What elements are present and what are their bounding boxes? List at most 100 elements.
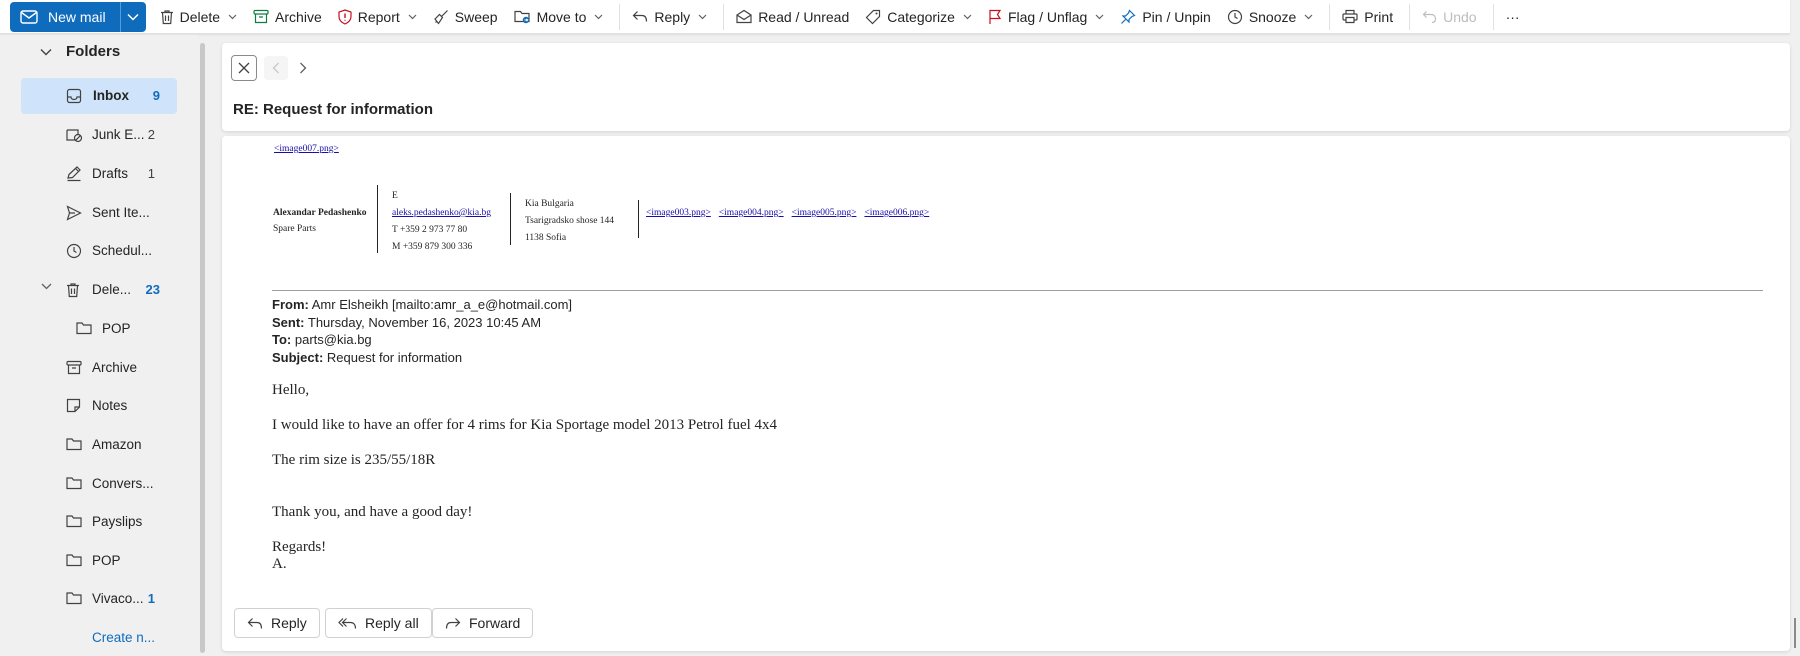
image-placeholder-link[interactable]: <image003.png> — [646, 208, 711, 218]
from-value: Amr Elsheikh [mailto:amr_a_e@hotmail.com… — [311, 297, 573, 312]
shield-icon — [338, 8, 352, 25]
folder-inbox[interactable]: Inbox 9 — [21, 78, 177, 114]
pin-unpin-button[interactable]: Pin / Unpin — [1114, 2, 1216, 32]
folder-archive[interactable]: Archive — [21, 350, 177, 386]
folder-icon — [66, 437, 82, 451]
read-unread-button[interactable]: Read / Unread — [730, 2, 855, 32]
snooze-button[interactable]: Snooze — [1221, 2, 1319, 32]
report-label: Report — [357, 8, 400, 25]
folder-conversation-history[interactable]: Convers... — [21, 466, 177, 502]
reply-all-label: Reply all — [365, 615, 419, 631]
archive-icon — [253, 9, 269, 24]
signature-email-link[interactable]: aleks.pedashenko@kia.bg — [392, 205, 491, 222]
folder-sent-items[interactable]: Sent Ite... — [21, 195, 177, 231]
undo-button[interactable]: Undo — [1416, 2, 1482, 32]
previous-message-button[interactable] — [264, 56, 288, 80]
print-button[interactable]: Print — [1336, 2, 1399, 32]
image-placeholder-link[interactable]: <image006.png> — [864, 208, 929, 218]
folder-label: Convers... — [92, 476, 154, 491]
reply-all-button[interactable]: Reply all — [325, 608, 432, 638]
folder-payslips[interactable]: Payslips — [21, 504, 177, 540]
folder-junk-email[interactable]: Junk E... 2 — [21, 117, 177, 153]
delete-button[interactable]: Delete — [154, 2, 243, 32]
close-message-button[interactable] — [231, 55, 257, 81]
message-body: <image007.png> Alexandar Pedashenko Spar… — [222, 136, 1790, 651]
folder-scheduled[interactable]: Schedul... — [21, 233, 177, 269]
message-subject: RE: Request for information — [233, 101, 434, 118]
chevron-down-icon[interactable] — [698, 14, 707, 20]
folder-label: Junk E... — [92, 127, 145, 142]
folder-amazon[interactable]: Amazon — [21, 427, 177, 463]
archive-button[interactable]: Archive — [247, 2, 328, 32]
folder-drafts[interactable]: Drafts 1 — [21, 156, 177, 192]
chevron-right-icon — [299, 62, 307, 74]
image-placeholder-link[interactable]: <image005.png> — [792, 208, 857, 218]
more-icon: ··· — [1505, 8, 1520, 25]
flag-unflag-label: Flag / Unflag — [1007, 8, 1088, 25]
folder-icon — [66, 476, 82, 490]
folder-vivaco[interactable]: Vivaco... 1 — [21, 581, 177, 617]
new-mail-button[interactable]: New mail — [10, 2, 120, 32]
signature-divider — [377, 185, 378, 253]
chevron-down-icon[interactable] — [41, 283, 52, 290]
chevron-down-icon[interactable] — [1304, 14, 1313, 20]
to-label: To: — [272, 332, 292, 347]
chevron-down-icon[interactable] — [594, 14, 603, 20]
pencil-icon — [66, 166, 82, 182]
chevron-down-icon[interactable] — [963, 14, 972, 20]
body-line: I would like to have an offer for 4 rims… — [272, 417, 778, 433]
chevron-down-icon[interactable] — [228, 14, 237, 20]
signature-city: 1138 Sofia — [525, 233, 567, 243]
quoted-header-divider — [272, 290, 1763, 291]
categorize-button[interactable]: Categorize — [859, 2, 978, 32]
junk-icon — [66, 127, 83, 143]
toolbar-separator — [619, 3, 621, 30]
folder-label: Inbox — [93, 88, 129, 103]
folder-count: 9 — [152, 88, 160, 103]
folder-count: 1 — [147, 166, 155, 181]
folder-label: POP — [92, 553, 121, 568]
folder-label: Notes — [92, 398, 128, 413]
folder-pop-subfolder[interactable]: POP — [21, 311, 177, 347]
next-message-button[interactable] — [291, 56, 315, 80]
folder-pop[interactable]: POP — [21, 543, 177, 579]
folders-header[interactable]: Folders — [40, 43, 120, 60]
print-label: Print — [1364, 8, 1394, 25]
folder-move-icon — [513, 9, 531, 24]
toolbar-separator — [723, 3, 725, 30]
folder-notes[interactable]: Notes — [21, 388, 177, 424]
move-to-button[interactable]: Move to — [508, 2, 610, 32]
inbox-icon — [66, 88, 82, 104]
flag-unflag-button[interactable]: Flag / Unflag — [982, 2, 1110, 32]
folder-count: 1 — [147, 591, 155, 606]
read-unread-label: Read / Unread — [758, 8, 850, 25]
sweep-button[interactable]: Sweep — [427, 2, 504, 32]
from-label: From: — [272, 297, 309, 312]
folder-icon — [66, 553, 82, 567]
body-closing: Regards! — [272, 539, 327, 555]
chevron-down-icon[interactable] — [1095, 14, 1104, 20]
forward-button[interactable]: Forward — [432, 608, 534, 638]
reply-icon — [247, 617, 263, 630]
new-mail-dropdown-button[interactable] — [119, 1, 146, 32]
forward-icon — [445, 617, 461, 630]
image-placeholder-link[interactable]: <image007.png> — [274, 144, 339, 154]
signature-contact: E aleks.pedashenko@kia.bg T +359 2 973 7… — [392, 188, 491, 256]
window-resize-edge[interactable] — [1794, 618, 1796, 648]
reply-toolbar-button[interactable]: Reply — [626, 2, 713, 32]
image-placeholder-link[interactable]: <image004.png> — [719, 208, 784, 218]
reply-button[interactable]: Reply — [234, 608, 320, 638]
more-options-button[interactable]: ··· — [1500, 2, 1526, 32]
tag-icon — [865, 9, 881, 25]
folder-deleted-items[interactable]: Dele... 23 — [21, 272, 177, 308]
command-ribbon: New mail Delete Archive Report Sweep Mov… — [0, 0, 1790, 34]
create-new-folder-link[interactable]: Create n... — [21, 620, 177, 656]
folder-count: 2 — [147, 127, 155, 142]
chevron-down-icon[interactable] — [408, 14, 417, 20]
mail-icon — [20, 9, 38, 24]
sent-value: Thursday, November 16, 2023 10:45 AM — [307, 314, 542, 330]
folder-pane-scrollbar[interactable] — [200, 43, 205, 653]
envelope-open-icon — [736, 9, 752, 24]
report-button[interactable]: Report — [332, 2, 423, 32]
create-new-folder-label: Create n... — [92, 630, 156, 645]
